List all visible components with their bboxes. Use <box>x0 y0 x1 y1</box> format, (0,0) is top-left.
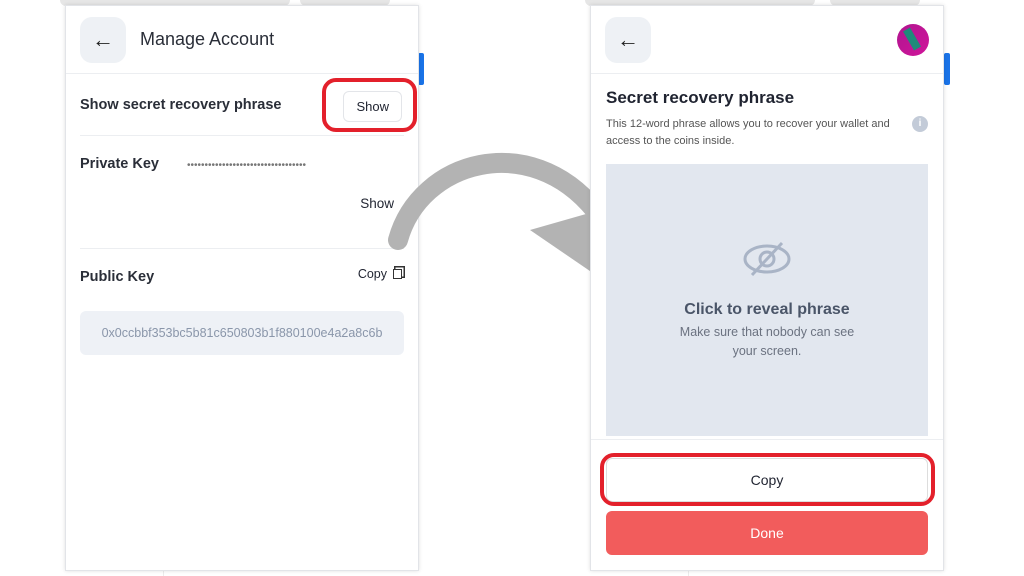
highlight-ring <box>600 453 935 506</box>
back-button[interactable]: ← <box>80 16 126 63</box>
public-key-row: Public Key Copy <box>66 249 418 301</box>
background-blue-button <box>944 53 950 85</box>
public-key-value: 0x0ccbbf353bc5b81c650803b1f880100e4a2a8c… <box>80 311 404 355</box>
info-icon[interactable]: i <box>912 116 928 132</box>
highlight-ring <box>322 78 417 132</box>
private-key-row: Private Key ••••••••••••••••••••••••••••… <box>80 136 404 249</box>
phrase-intro: Secret recovery phrase This 12-word phra… <box>591 74 943 150</box>
arrow-left-icon: ← <box>617 26 639 52</box>
header: ← Manage Account <box>66 6 418 74</box>
private-key-label: Private Key <box>80 156 159 172</box>
header: ← <box>591 6 943 74</box>
page-title: Manage Account <box>140 29 275 49</box>
arrow-left-icon: ← <box>92 26 114 52</box>
reveal-subtitle: Make sure that nobody can see your scree… <box>679 325 855 358</box>
private-key-masked: •••••••••••••••••••••••••••••••••• <box>187 160 307 171</box>
description: This 12-word phrase allows you to recove… <box>606 118 890 147</box>
reveal-phrase-area[interactable]: Click to reveal phrase Make sure that no… <box>606 164 928 436</box>
public-key-label: Public Key <box>80 269 155 285</box>
done-button[interactable]: Done <box>606 511 928 555</box>
secret-phrase-label: Show secret recovery phrase <box>80 97 282 113</box>
avatar <box>897 23 929 56</box>
reveal-title: Click to reveal phrase <box>684 301 850 318</box>
section-title: Secret recovery phrase <box>606 88 795 107</box>
eye-off-icon <box>743 241 791 277</box>
back-button[interactable]: ← <box>605 16 651 63</box>
